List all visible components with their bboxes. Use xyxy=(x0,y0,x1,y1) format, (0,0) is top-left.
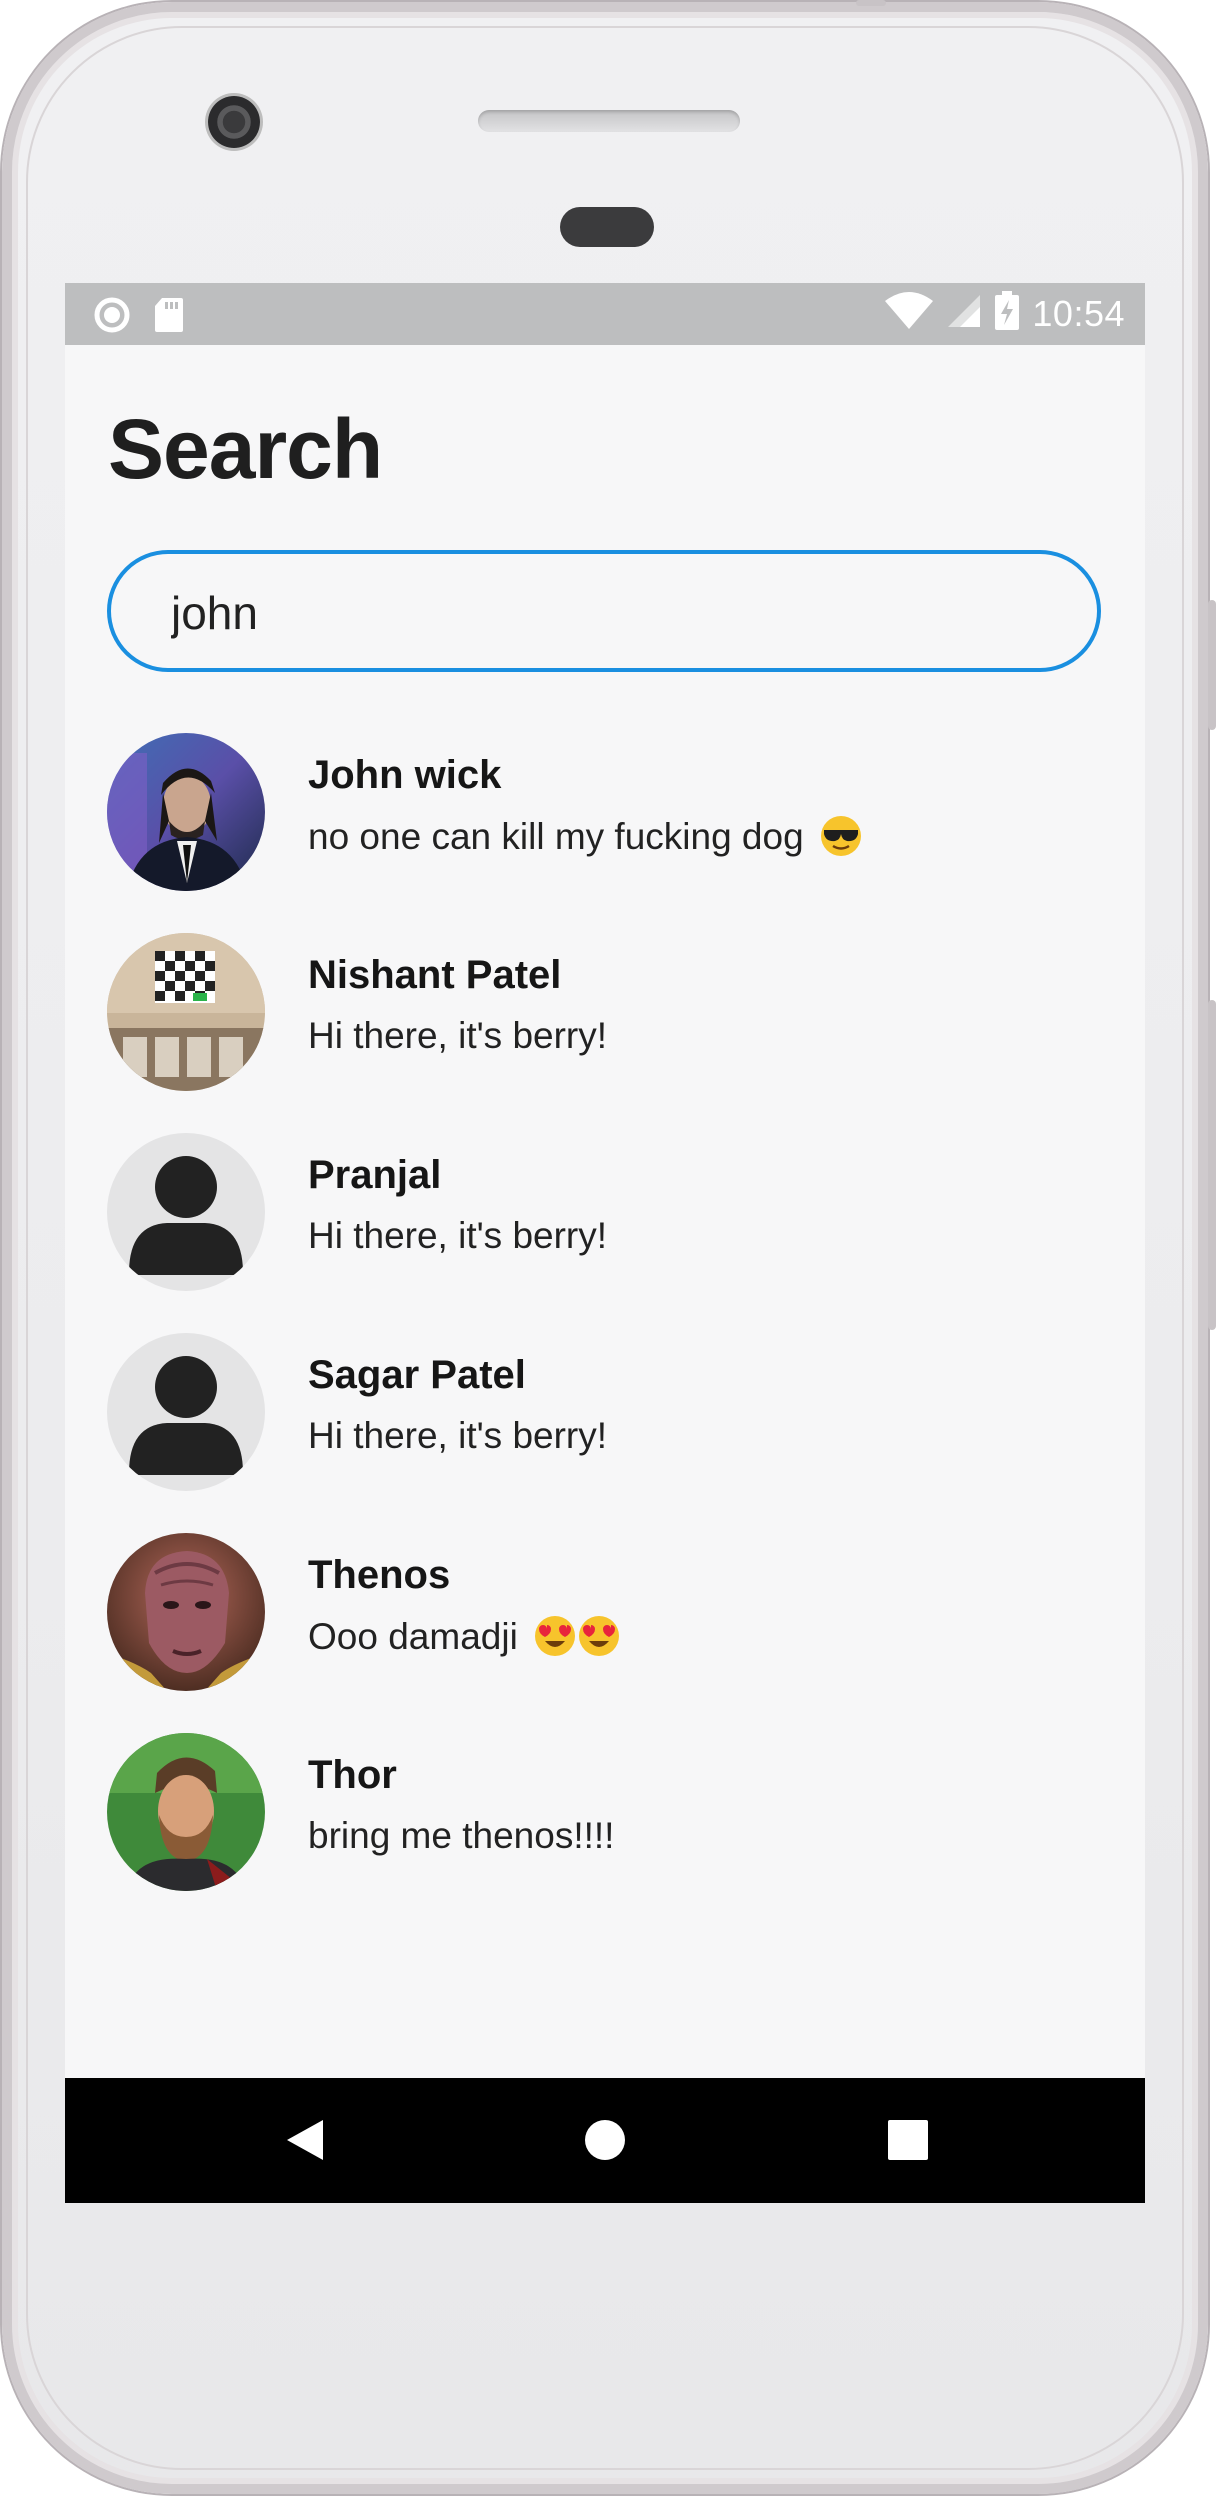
contact-name: Thenos xyxy=(308,1553,451,1597)
recents-icon[interactable] xyxy=(888,2120,928,2165)
contact-name: Thor xyxy=(308,1753,397,1797)
contact-message: bring me thenos!!!! xyxy=(308,1815,615,1856)
avatar xyxy=(107,1733,265,1891)
avatar xyxy=(107,933,265,1091)
message-text: Ooo damadji xyxy=(308,1616,518,1657)
screen: 10:54 Search john John wick no one can k… xyxy=(65,283,1145,2203)
status-bar: 10:54 xyxy=(65,283,1145,345)
list-item[interactable]: Sagar Patel Hi there, it's berry! xyxy=(65,1333,1145,1513)
list-item[interactable]: Thenos Ooo damadji xyxy=(65,1533,1145,1713)
heart-eyes-emoji-icon xyxy=(534,1615,576,1666)
top-edge-button xyxy=(856,0,886,6)
earpiece-speaker xyxy=(478,110,740,132)
contact-name: Pranjal xyxy=(308,1153,442,1197)
page-title: Search xyxy=(108,402,383,496)
sd-card-icon xyxy=(153,296,185,339)
back-icon[interactable] xyxy=(283,2118,325,2167)
contact-message: Hi there, it's berry! xyxy=(308,1415,608,1456)
contact-message: Hi there, it's berry! xyxy=(308,1215,608,1256)
circle-notification-icon xyxy=(93,296,131,339)
proximity-sensor xyxy=(560,207,654,247)
volume-button xyxy=(1208,1000,1216,1330)
contact-name: John wick xyxy=(308,753,502,797)
status-time: 10:54 xyxy=(1032,292,1125,334)
default-avatar-icon xyxy=(107,1133,265,1291)
avatar xyxy=(107,1533,265,1691)
sunglasses-emoji-icon xyxy=(820,815,862,866)
default-avatar-icon xyxy=(107,1333,265,1491)
home-icon[interactable] xyxy=(584,2119,626,2166)
heart-eyes-emoji-icon xyxy=(578,1615,620,1666)
contact-name: Sagar Patel xyxy=(308,1353,526,1397)
contact-message: no one can kill my fucking dog xyxy=(308,815,862,866)
cell-signal-icon xyxy=(946,293,982,334)
front-camera xyxy=(208,96,260,148)
contact-message: Hi there, it's berry! xyxy=(308,1015,608,1056)
list-item[interactable]: Pranjal Hi there, it's berry! xyxy=(65,1133,1145,1313)
list-item[interactable]: Nishant Patel Hi there, it's berry! xyxy=(65,933,1145,1113)
navigation-bar xyxy=(65,2078,1145,2203)
search-box[interactable] xyxy=(107,550,1101,672)
avatar xyxy=(107,733,265,891)
contact-message: Ooo damadji xyxy=(308,1615,620,1666)
contact-name: Nishant Patel xyxy=(308,953,562,997)
message-text: no one can kill my fucking dog xyxy=(308,816,804,857)
list-item[interactable]: Thor bring me thenos!!!! xyxy=(65,1733,1145,1913)
power-button xyxy=(1208,600,1216,730)
search-input[interactable] xyxy=(169,582,1053,644)
list-item[interactable]: John wick no one can kill my fucking dog xyxy=(65,733,1145,913)
wifi-icon xyxy=(884,291,934,336)
battery-charging-icon xyxy=(994,291,1020,336)
